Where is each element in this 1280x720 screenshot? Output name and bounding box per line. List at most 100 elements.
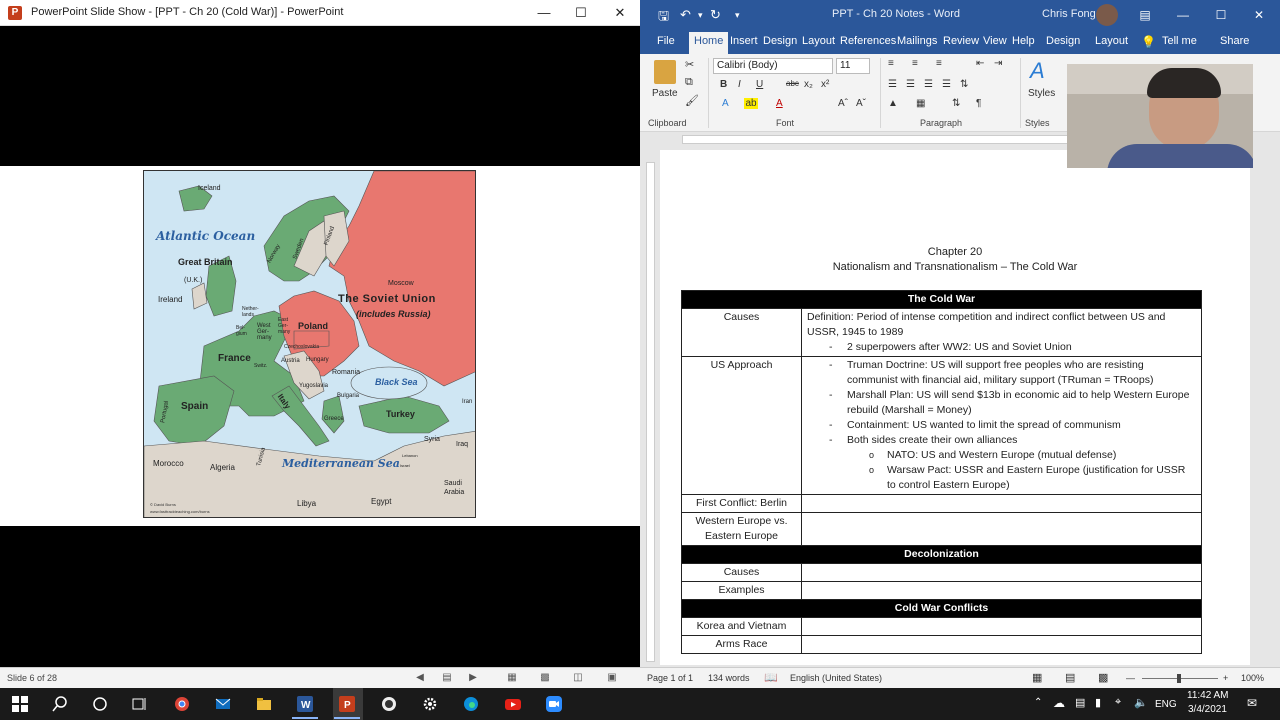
borders-icon[interactable]: ▦: [916, 98, 925, 109]
wifi-icon[interactable]: ⌖: [1115, 696, 1121, 709]
font-name-combo[interactable]: Calibri (Body): [713, 58, 833, 74]
word-maximize-button[interactable]: ☐: [1202, 0, 1240, 30]
subscript-button[interactable]: x₂: [804, 79, 813, 90]
table-cell[interactable]: [801, 563, 1202, 582]
shading-icon[interactable]: ▲: [888, 98, 898, 109]
notifications-icon[interactable]: ✉: [1247, 696, 1257, 710]
table-row[interactable]: Causes: [681, 563, 1202, 582]
copy-icon[interactable]: ⧉: [685, 76, 693, 89]
read-mode-icon[interactable]: ▦: [1032, 671, 1042, 684]
tab-table-layout[interactable]: Layout: [1095, 35, 1128, 47]
user-name[interactable]: Chris Fong: [1042, 8, 1096, 20]
align-center-icon[interactable]: ☰: [906, 79, 915, 90]
align-left-icon[interactable]: ☰: [888, 79, 897, 90]
zoom-level[interactable]: 100%: [1241, 673, 1264, 683]
tell-me-box[interactable]: Tell me: [1162, 35, 1197, 47]
styles-button[interactable]: Styles: [1028, 88, 1055, 99]
word-count[interactable]: 134 words: [708, 673, 750, 683]
bold-button[interactable]: B: [720, 79, 727, 90]
paste-icon[interactable]: [654, 60, 676, 84]
format-painter-icon[interactable]: 🖌: [685, 94, 699, 107]
clock-time[interactable]: 11:42 AM: [1187, 690, 1229, 701]
word-minimize-button[interactable]: —: [1164, 0, 1202, 30]
maximize-button[interactable]: ☐: [561, 0, 601, 26]
next-slide-icon[interactable]: ▶: [466, 671, 480, 685]
tab-layout[interactable]: Layout: [802, 35, 835, 47]
tab-insert[interactable]: Insert: [730, 35, 758, 47]
multilevel-list-icon[interactable]: ≡: [936, 58, 942, 69]
cortana-icon[interactable]: [92, 696, 108, 712]
bullets-icon[interactable]: ≡: [888, 58, 894, 69]
language-indicator-taskbar[interactable]: ENG: [1155, 699, 1177, 710]
tab-file[interactable]: File: [657, 35, 675, 47]
table-row[interactable]: Western Europe vs. Eastern Europe: [681, 512, 1202, 546]
justify-icon[interactable]: ☰: [942, 79, 951, 90]
tab-mailings[interactable]: Mailings: [897, 35, 937, 47]
tab-table-design[interactable]: Design: [1046, 35, 1080, 47]
zoom-slider-thumb[interactable]: [1177, 674, 1181, 683]
slideshow-icon[interactable]: ▣: [605, 671, 619, 685]
zoom-app-icon[interactable]: [546, 696, 562, 712]
strikethrough-button[interactable]: abc: [786, 79, 799, 88]
user-avatar[interactable]: [1096, 4, 1118, 26]
mail-icon[interactable]: [215, 696, 231, 712]
table-row[interactable]: Examples: [681, 581, 1202, 600]
search-icon[interactable]: [52, 696, 68, 712]
task-view-icon[interactable]: [132, 696, 148, 712]
table-cell[interactable]: [801, 581, 1202, 600]
lightbulb-icon[interactable]: 💡: [1141, 35, 1156, 49]
word-close-button[interactable]: ✕: [1240, 0, 1278, 30]
line-spacing-icon[interactable]: ⇅: [960, 79, 968, 90]
table-cell[interactable]: [801, 617, 1202, 636]
minimize-button[interactable]: —: [524, 0, 564, 26]
tab-design[interactable]: Design: [763, 35, 797, 47]
highlight-icon[interactable]: ab: [744, 98, 758, 109]
tab-home[interactable]: Home: [689, 32, 729, 54]
proofing-icon[interactable]: 📖: [764, 671, 778, 684]
vertical-ruler[interactable]: [640, 150, 658, 665]
ribbon-display-options-icon[interactable]: ▤: [1126, 0, 1164, 30]
battery-icon[interactable]: ▮: [1095, 696, 1101, 709]
table-cell[interactable]: Truman Doctrine: US will support free pe…: [801, 356, 1202, 495]
font-color-icon[interactable]: A: [776, 98, 783, 109]
language-indicator[interactable]: English (United States): [790, 673, 882, 683]
word-icon[interactable]: W: [297, 696, 313, 712]
slide-menu-icon[interactable]: ▤: [440, 671, 454, 685]
web-layout-icon[interactable]: ▩: [1098, 671, 1108, 684]
numbering-icon[interactable]: ≡: [912, 58, 918, 69]
table-row[interactable]: First Conflict: Berlin: [681, 494, 1202, 513]
show-hidden-icons-icon[interactable]: ⌃: [1034, 697, 1042, 708]
italic-button[interactable]: I: [738, 79, 741, 90]
obs-icon[interactable]: [381, 696, 397, 712]
zoom-in-icon[interactable]: +: [1223, 673, 1228, 683]
file-explorer-icon[interactable]: [256, 696, 272, 712]
reading-view-icon[interactable]: ◫: [571, 671, 585, 685]
volume-icon[interactable]: 🔈: [1134, 696, 1148, 709]
table-cell[interactable]: Definition: Period of intense competitio…: [801, 308, 1202, 357]
table-row[interactable]: Causes Definition: Period of intense com…: [681, 308, 1202, 357]
underline-button[interactable]: U: [756, 79, 763, 90]
network-icon[interactable]: ▤: [1075, 696, 1085, 709]
undo-dropdown-icon[interactable]: ▾: [698, 10, 703, 21]
table-row[interactable]: US Approach Truman Doctrine: US will sup…: [681, 356, 1202, 495]
superscript-button[interactable]: x²: [821, 79, 829, 90]
settings-icon[interactable]: [422, 696, 438, 712]
normal-view-icon[interactable]: ▦: [505, 671, 519, 685]
notes-table[interactable]: The Cold War Causes Definition: Period o…: [681, 290, 1202, 654]
tab-help[interactable]: Help: [1012, 35, 1035, 47]
save-icon[interactable]: 🖫: [658, 7, 669, 29]
increase-indent-icon[interactable]: ⇥: [994, 58, 1002, 69]
vertical-scrollbar[interactable]: [1268, 146, 1280, 666]
previous-slide-icon[interactable]: ◀: [413, 671, 427, 685]
table-row[interactable]: Korea and Vietnam: [681, 617, 1202, 636]
windows-start-icon[interactable]: [12, 696, 28, 712]
tab-review[interactable]: Review: [943, 35, 979, 47]
show-marks-icon[interactable]: ¶: [976, 98, 981, 109]
sort-icon[interactable]: ⇅: [952, 98, 960, 109]
zoom-out-icon[interactable]: —: [1126, 673, 1135, 683]
shrink-font-icon[interactable]: Aˇ: [856, 98, 866, 109]
table-row[interactable]: Arms Race: [681, 635, 1202, 654]
align-right-icon[interactable]: ☰: [924, 79, 933, 90]
page-count[interactable]: Page 1 of 1: [647, 673, 693, 683]
tab-view[interactable]: View: [983, 35, 1007, 47]
